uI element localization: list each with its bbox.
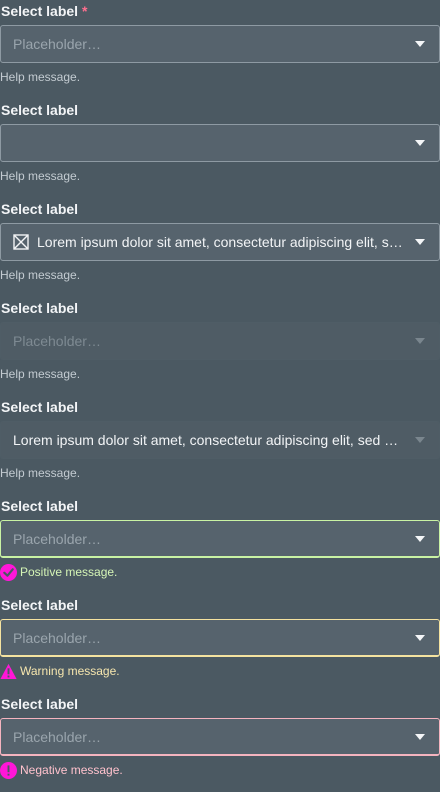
select-dropdown[interactable]: Placeholder… — [0, 520, 440, 558]
select-label: Select label — [1, 102, 79, 118]
clear-icon[interactable] — [13, 234, 29, 250]
select-label: Select label — [1, 597, 79, 613]
help-message: Help message. — [0, 268, 81, 282]
negative-message: Negative message. — [0, 761, 123, 779]
select-label: Select label — [1, 498, 79, 514]
select-label: Select label — [1, 300, 79, 316]
select-value — [13, 125, 403, 161]
select-field-disabled: Select label Placeholder… Help message. — [0, 297, 440, 396]
select-field-with-icon: Select label Lorem ipsum dolor sit amet,… — [0, 198, 440, 297]
select-placeholder: Placeholder… — [13, 531, 101, 547]
select-placeholder: Placeholder… — [13, 36, 101, 52]
error-circle-icon — [0, 761, 17, 779]
chevron-down-icon[interactable] — [415, 239, 425, 245]
select-dropdown[interactable]: Placeholder… — [0, 718, 440, 756]
select-label: Select label * — [1, 3, 88, 19]
select-dropdown[interactable] — [0, 124, 440, 162]
chevron-down-icon[interactable] — [415, 140, 425, 146]
select-placeholder: Placeholder… — [13, 729, 101, 745]
check-circle-icon — [0, 563, 17, 581]
status-text: Positive message. — [20, 565, 118, 579]
chevron-down-icon[interactable] — [415, 734, 425, 740]
select-dropdown[interactable]: Placeholder… — [0, 25, 440, 63]
help-message: Help message. — [0, 70, 81, 84]
select-field-positive: Select label Placeholder… Positive messa… — [0, 495, 440, 594]
chevron-down-icon[interactable] — [415, 41, 425, 47]
chevron-down-icon[interactable] — [415, 635, 425, 641]
select-field-warning: Select label Placeholder… Warning messag… — [0, 594, 440, 693]
select-value: Lorem ipsum dolor sit amet, consectetur … — [13, 432, 403, 448]
required-marker: * — [81, 3, 88, 19]
select-field-required: Select label * Placeholder… Help message… — [0, 0, 440, 99]
status-text: Negative message. — [20, 763, 123, 777]
positive-message: Positive message. — [0, 563, 117, 581]
warning-message: Warning message. — [0, 662, 120, 680]
select-field-negative: Select label Placeholder… Negative messa… — [0, 693, 440, 792]
select-field-disabled-filled: Select label Lorem ipsum dolor sit amet,… — [0, 396, 440, 495]
select-dropdown[interactable]: Lorem ipsum dolor sit amet, consectetur … — [0, 223, 440, 261]
select-field-empty: Select label Help message. — [0, 99, 440, 198]
select-placeholder: Placeholder… — [13, 333, 101, 349]
select-label: Select label — [1, 399, 79, 415]
select-dropdown: Placeholder… — [0, 322, 440, 360]
select-label: Select label — [1, 201, 79, 217]
chevron-down-icon — [415, 437, 425, 443]
help-message: Help message. — [0, 466, 81, 480]
select-label: Select label — [1, 696, 79, 712]
help-message: Help message. — [0, 367, 81, 381]
warning-triangle-icon — [0, 663, 17, 679]
chevron-down-icon — [415, 338, 425, 344]
select-dropdown: Lorem ipsum dolor sit amet, consectetur … — [0, 421, 440, 459]
help-message: Help message. — [0, 169, 81, 183]
status-text: Warning message. — [20, 664, 120, 678]
select-placeholder: Placeholder… — [13, 630, 101, 646]
select-value: Lorem ipsum dolor sit amet, consectetur … — [37, 234, 403, 250]
chevron-down-icon[interactable] — [415, 536, 425, 542]
select-dropdown[interactable]: Placeholder… — [0, 619, 440, 657]
